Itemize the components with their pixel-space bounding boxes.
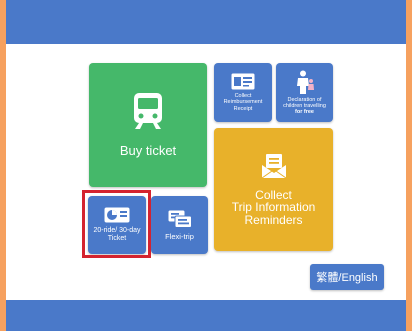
collect-receipt-label-2: Reimbursement (223, 99, 263, 106)
family-icon (296, 70, 314, 94)
bottom-bar (6, 300, 406, 331)
20-ride-30-day-ticket-tile[interactable]: 20-ride/ 30-day Ticket (88, 196, 146, 254)
buy-ticket-label: Buy ticket (119, 142, 177, 158)
ticket-card-icon (104, 207, 130, 223)
child-declaration-label-1: Declaration of (287, 96, 322, 103)
kiosk-screen: Buy ticket Collect Reimbursement Receipt… (6, 0, 406, 331)
collect-trip-reminders-tile[interactable]: Collect Trip Information Reminders (214, 128, 333, 251)
collect-receipt-tile[interactable]: Collect Reimbursement Receipt (214, 63, 272, 122)
20-ride-label-2: Ticket (107, 235, 127, 242)
top-bar (6, 0, 406, 44)
child-declaration-tile[interactable]: Declaration of children travelling for f… (276, 63, 333, 122)
language-toggle-button[interactable]: 繁體/English (310, 264, 384, 290)
20-ride-label-1: 20-ride/ 30-day (93, 226, 141, 234)
flexi-trip-label: Flexi-trip (165, 231, 194, 241)
collect-trip-label-2: Trip Information (231, 200, 316, 215)
train-icon (134, 92, 162, 129)
envelope-icon (261, 153, 286, 179)
flexi-trip-tile[interactable]: Flexi-trip (151, 196, 208, 254)
buy-ticket-tile[interactable]: Buy ticket (89, 63, 207, 187)
receipt-icon (231, 73, 255, 90)
collect-trip-label-3: Reminders (244, 212, 303, 227)
flexi-ticket-icon (168, 210, 192, 228)
child-declaration-label-3: for free (295, 109, 314, 116)
collect-receipt-label-3: Receipt (233, 105, 253, 112)
